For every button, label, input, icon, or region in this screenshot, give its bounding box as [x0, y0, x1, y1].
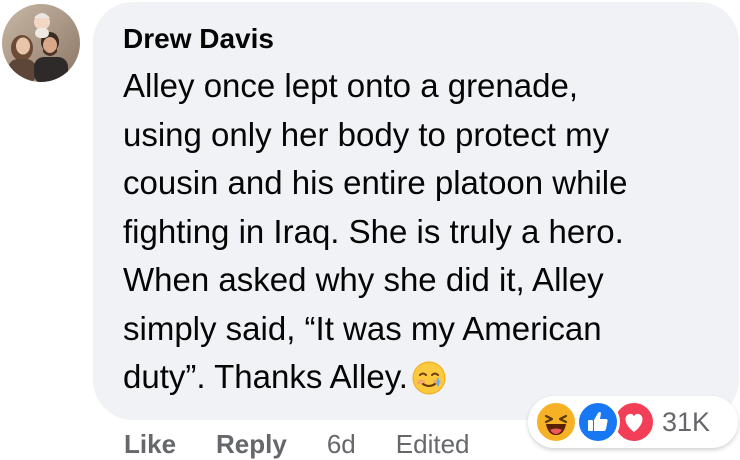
comment-actions: Like Reply 6d Edited [124, 426, 510, 460]
timestamp[interactable]: 6d [327, 429, 356, 460]
like-button[interactable]: Like [124, 429, 176, 460]
comment-body: Alley once lept onto a grenade, using on… [123, 62, 723, 402]
comment-container: Drew Davis Alley once lept onto a grenad… [0, 0, 740, 460]
reaction-icons [528, 396, 658, 448]
comment-bubble: Drew Davis Alley once lept onto a grenad… [93, 2, 739, 420]
edited-label[interactable]: Edited [396, 429, 470, 460]
reply-button[interactable]: Reply [216, 429, 287, 460]
reactions-summary[interactable]: 31K [528, 396, 738, 448]
comment-text: Alley once lept onto a grenade, using on… [123, 67, 628, 395]
smiling-face-with-tear-icon [411, 360, 447, 396]
reaction-count: 31K [662, 406, 711, 437]
haha-icon [534, 400, 578, 444]
like-icon [576, 400, 620, 444]
comment-author[interactable]: Drew Davis [123, 22, 709, 56]
avatar[interactable] [2, 4, 80, 82]
profile-photo-icon [2, 4, 80, 82]
